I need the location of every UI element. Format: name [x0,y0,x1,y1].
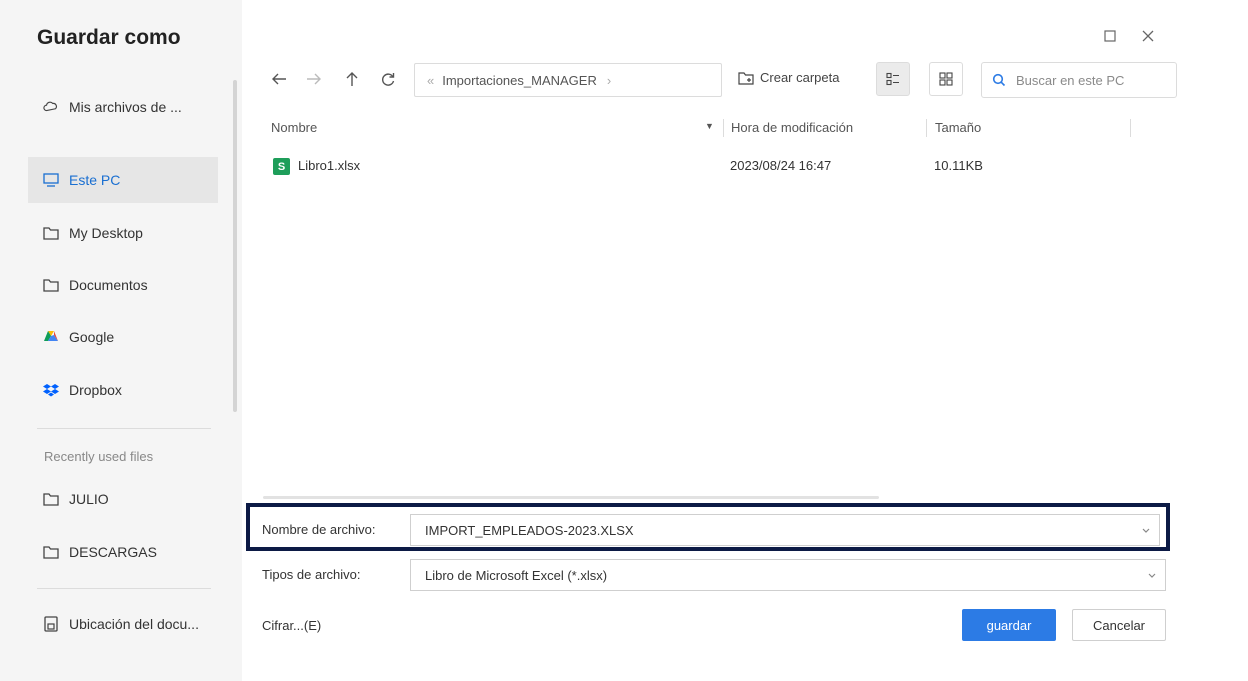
google-drive-icon [43,329,59,345]
sidebar-divider [37,588,211,589]
column-header-name[interactable]: Nombre [271,120,317,135]
breadcrumb-overflow-icon[interactable]: « [427,73,434,88]
folder-icon [43,544,59,560]
sidebar-item-julio[interactable]: JULIO [28,476,218,522]
arrow-right-icon [307,73,321,85]
back-button[interactable] [268,68,290,90]
sidebar-item-google[interactable]: Google [28,314,218,360]
folder-icon [43,277,59,293]
up-button[interactable] [341,68,363,90]
sidebar-item-label: Ubicación del docu... [69,616,199,632]
document-location-icon [43,616,59,632]
forward-button[interactable] [303,68,325,90]
filetype-select[interactable]: Libro de Microsoft Excel (*.xlsx) [410,559,1166,591]
sidebar-item-label: Documentos [69,277,148,293]
sidebar-scrollbar[interactable] [233,80,237,412]
sidebar-item-label: Mis archivos de ... [69,99,182,115]
chevron-right-icon: › [606,72,612,88]
new-folder-button[interactable]: Crear carpeta [738,70,839,85]
sidebar-item-document-location[interactable]: Ubicación del docu... [28,601,218,647]
filetype-value: Libro de Microsoft Excel (*.xlsx) [425,567,608,583]
folder-icon [43,491,59,507]
grid-view-button[interactable] [929,62,963,96]
new-folder-icon [738,71,754,85]
horizontal-scrollbar[interactable] [263,496,879,499]
file-size: 10.11KB [934,158,983,173]
grid-view-icon [939,72,953,86]
file-modified: 2023/08/24 16:47 [730,158,832,173]
column-header-modified[interactable]: Hora de modificación [731,120,853,135]
filename-input[interactable] [425,522,1125,538]
maximize-icon [1104,30,1116,42]
spreadsheet-icon: S [273,158,290,175]
column-divider[interactable] [1130,119,1131,137]
sort-desc-icon[interactable]: ▼ [705,121,714,131]
monitor-icon [43,172,59,188]
sidebar-item-label: JULIO [69,491,109,507]
sidebar-item-label: My Desktop [69,225,143,241]
sidebar-item-label: Dropbox [69,382,122,398]
refresh-button[interactable] [377,68,399,90]
file-row[interactable]: S Libro1.xlsx 2023/08/24 16:47 10.11KB [262,152,1162,182]
list-view-icon [886,72,899,86]
cloud-icon [43,99,59,115]
sidebar-divider [37,428,211,429]
file-name: Libro1.xlsx [298,158,361,173]
sidebar-item-este-pc[interactable]: Este PC [28,157,218,203]
sidebar-item-label: Este PC [69,172,121,188]
search-box[interactable] [981,62,1177,98]
sidebar-item-cloud-files[interactable]: Mis archivos de ... [28,84,218,130]
folder-icon [43,225,59,241]
column-divider[interactable] [723,119,724,137]
recent-files-heading: Recently used files [44,449,154,464]
arrow-up-icon [346,72,358,86]
dialog-title: Guardar como [37,26,181,49]
search-icon [992,73,1006,87]
sidebar-item-my-desktop[interactable]: My Desktop [28,210,218,256]
filename-label: Nombre de archivo: [262,522,376,537]
column-header-size[interactable]: Tamaño [935,120,981,135]
column-divider[interactable] [926,119,927,137]
breadcrumb[interactable]: « Importaciones_MANAGER › [414,63,722,97]
close-icon [1142,30,1154,42]
encrypt-link[interactable]: Cifrar...(E) [262,618,321,633]
sidebar: Guardar como Mis archivos de ... Este PC… [0,0,242,681]
list-view-button[interactable] [876,62,910,96]
filetype-label: Tipos de archivo: [262,567,361,582]
sidebar-item-dropbox[interactable]: Dropbox [28,367,218,413]
close-button[interactable] [1138,26,1158,46]
breadcrumb-item[interactable]: Importaciones_MANAGER [442,73,597,88]
dropbox-icon [43,382,59,398]
sidebar-item-documentos[interactable]: Documentos [28,262,218,308]
sidebar-item-label: DESCARGAS [69,544,157,560]
chevron-down-icon[interactable] [1147,568,1157,583]
arrow-left-icon [272,73,286,85]
refresh-icon [382,73,395,86]
search-input[interactable] [1014,71,1168,89]
new-folder-label: Crear carpeta [760,70,840,85]
filename-combobox[interactable] [410,514,1160,546]
save-as-dialog: Guardar como Mis archivos de ... Este PC… [0,0,1248,681]
save-button[interactable]: guardar [962,609,1056,641]
cancel-button[interactable]: Cancelar [1072,609,1166,641]
sidebar-item-descargas[interactable]: DESCARGAS [28,529,218,575]
chevron-down-icon[interactable] [1141,523,1151,538]
sidebar-item-label: Google [69,329,115,345]
maximize-button[interactable] [1100,26,1120,46]
